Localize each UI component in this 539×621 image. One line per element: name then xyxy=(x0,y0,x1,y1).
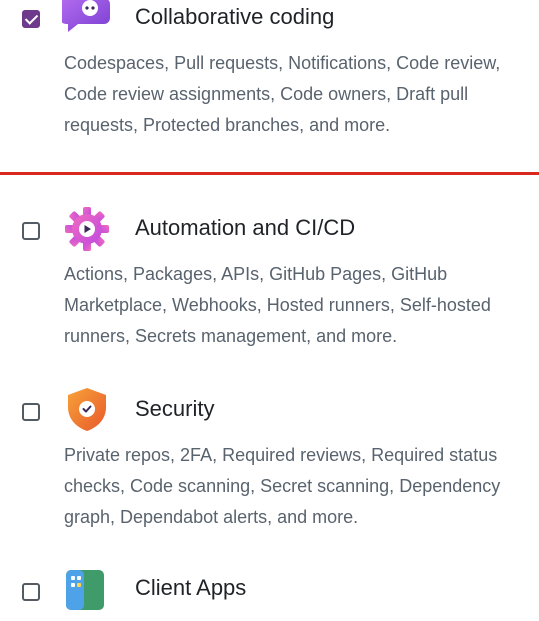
automation-gear-icon xyxy=(62,204,112,254)
divider-line xyxy=(0,172,539,175)
client-apps-title: Client Apps xyxy=(135,575,247,600)
collaborative-coding-icon xyxy=(60,0,112,42)
security-description: Private repos, 2FA, Required reviews, Re… xyxy=(64,445,501,527)
automation-checkbox[interactable] xyxy=(22,222,40,240)
security-title: Security xyxy=(135,396,215,421)
collaborative-coding-checkbox[interactable] xyxy=(22,10,40,28)
automation-description: Actions, Packages, APIs, GitHub Pages, G… xyxy=(64,264,491,346)
security-checkbox[interactable] xyxy=(22,403,40,421)
client-apps-icon xyxy=(62,566,112,616)
collaborative-coding-description: Codespaces, Pull requests, Notifications… xyxy=(64,53,501,135)
client-apps-checkbox[interactable] xyxy=(22,583,40,601)
automation-title: Automation and CI/CD xyxy=(135,215,356,240)
security-shield-icon xyxy=(62,384,112,434)
collaborative-coding-title: Collaborative coding xyxy=(135,4,335,29)
